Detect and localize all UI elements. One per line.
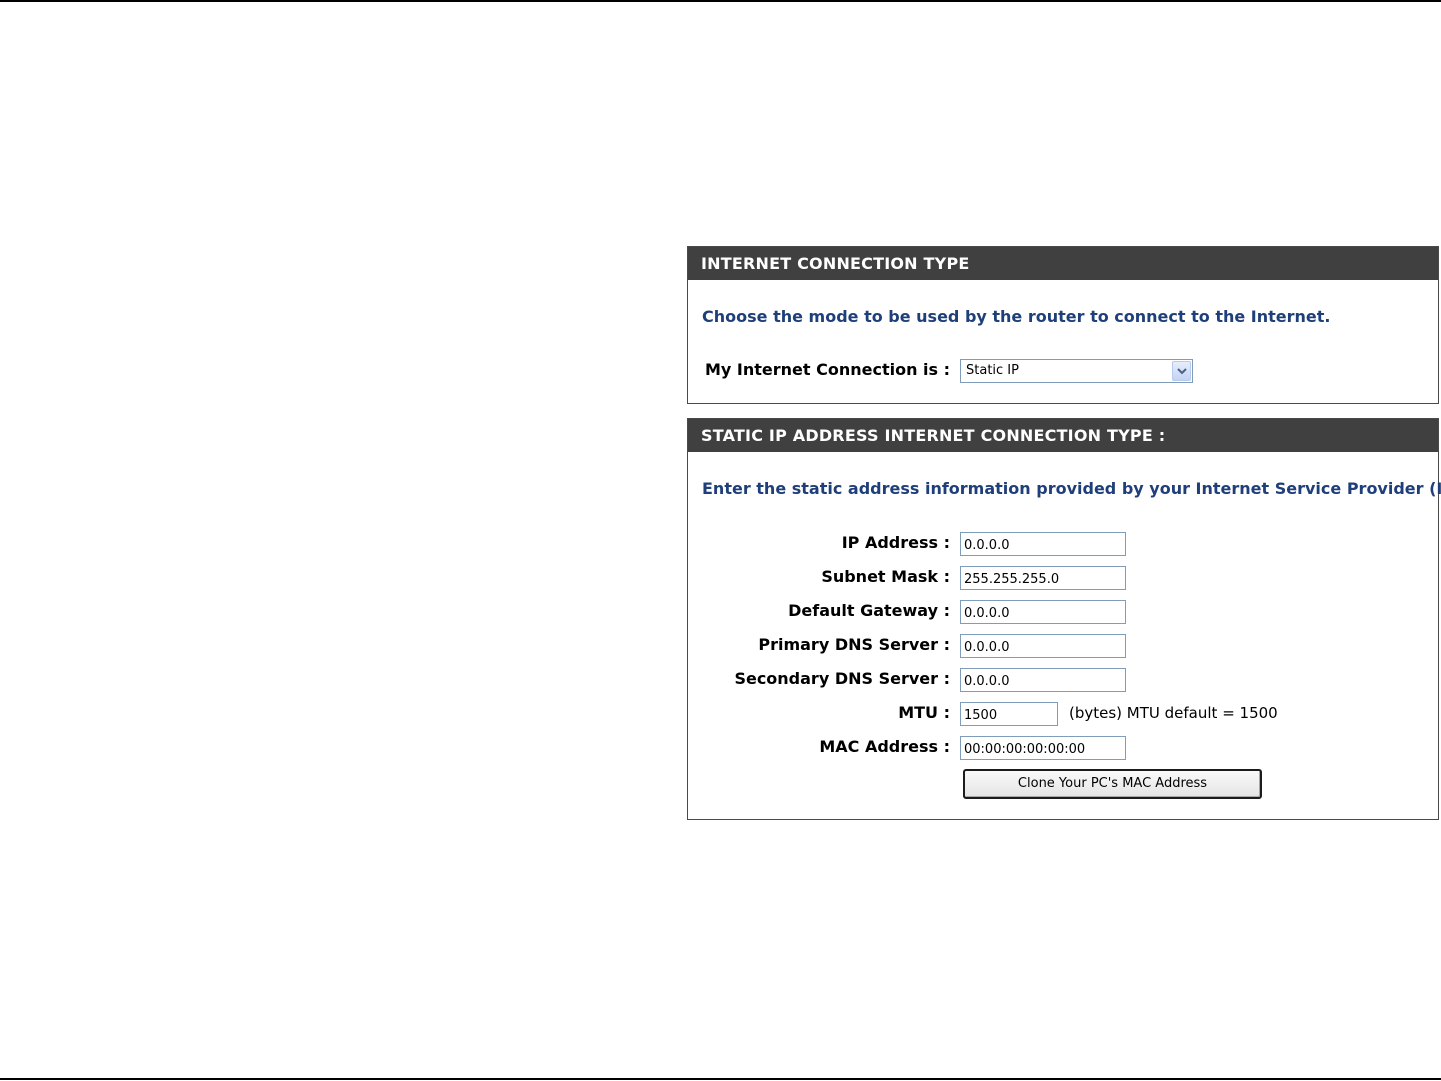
subnet-mask-label: Subnet Mask :: [821, 567, 950, 586]
connection-mode-selected-value: Static IP: [966, 363, 1019, 378]
subnet-mask-input[interactable]: [960, 566, 1126, 590]
bottom-rule: [0, 1078, 1441, 1080]
static-ip-panel: STATIC IP ADDRESS INTERNET CONNECTION TY…: [687, 418, 1441, 820]
primary-dns-row: Primary DNS Server :: [688, 634, 1438, 660]
default-gateway-label: Default Gateway :: [788, 601, 950, 620]
ip-address-input[interactable]: [960, 532, 1126, 556]
subnet-mask-row: Subnet Mask :: [688, 566, 1438, 592]
ip-address-row: IP Address :: [688, 532, 1438, 558]
mac-address-label: MAC Address :: [819, 737, 950, 756]
mtu-default-note: (bytes) MTU default = 1500: [1069, 704, 1278, 722]
static-ip-header: STATIC IP ADDRESS INTERNET CONNECTION TY…: [688, 419, 1438, 452]
default-gateway-row: Default Gateway :: [688, 600, 1438, 626]
connection-mode-row: My Internet Connection is : Static IP: [688, 359, 1438, 385]
chevron-down-icon[interactable]: [1172, 361, 1191, 381]
internet-connection-type-description: Choose the mode to be used by the router…: [702, 307, 1331, 326]
secondary-dns-input[interactable]: [960, 668, 1126, 692]
primary-dns-input[interactable]: [960, 634, 1126, 658]
secondary-dns-row: Secondary DNS Server :: [688, 668, 1438, 694]
mtu-label: MTU :: [898, 703, 950, 722]
connection-mode-label: My Internet Connection is :: [704, 360, 950, 379]
clone-mac-address-button[interactable]: Clone Your PC's MAC Address: [963, 769, 1262, 799]
ip-address-label: IP Address :: [841, 533, 950, 552]
clone-mac-row: Clone Your PC's MAC Address: [688, 769, 1438, 799]
internet-connection-type-panel: INTERNET CONNECTION TYPE Choose the mode…: [687, 246, 1439, 404]
secondary-dns-label: Secondary DNS Server :: [734, 669, 950, 688]
default-gateway-input[interactable]: [960, 600, 1126, 624]
mtu-row: MTU : (bytes) MTU default = 1500: [688, 702, 1438, 728]
mac-address-input[interactable]: [960, 736, 1126, 760]
internet-connection-type-header: INTERNET CONNECTION TYPE: [688, 247, 1438, 280]
primary-dns-label: Primary DNS Server :: [758, 635, 950, 654]
static-ip-description: Enter the static address information pro…: [702, 479, 1441, 498]
top-rule: [0, 0, 1441, 2]
mtu-input[interactable]: [960, 702, 1058, 726]
connection-mode-select[interactable]: Static IP: [960, 359, 1193, 383]
mac-address-row: MAC Address :: [688, 736, 1438, 762]
